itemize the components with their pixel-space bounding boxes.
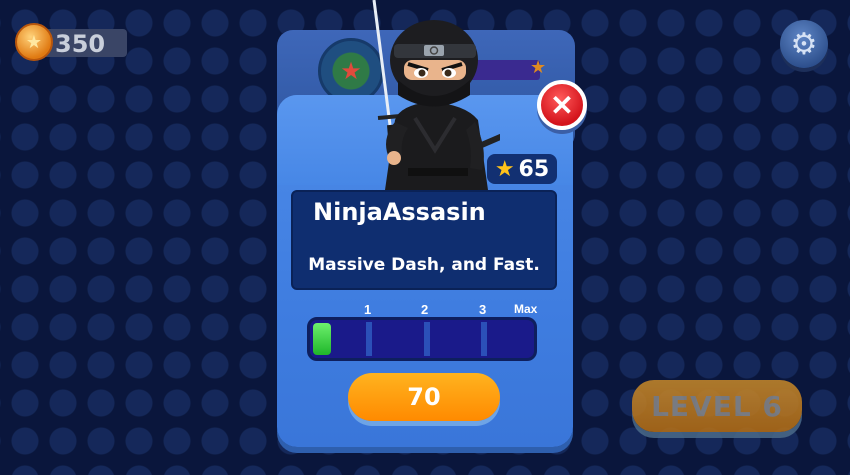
settings-gear-icon[interactable]: ⚙ <box>780 20 828 68</box>
character-info-panel: NinjaAssasin Massive Dash, and Fast. <box>291 190 557 290</box>
upgrade-segment-divider <box>366 322 372 356</box>
level-button[interactable]: LEVEL 6 <box>632 380 802 432</box>
upgrade-segment-divider <box>481 322 487 356</box>
character-description: Massive Dash, and Fast. <box>308 255 540 275</box>
upgrade-segment-divider <box>424 322 430 356</box>
coin-icon: ★ <box>15 23 53 61</box>
coin-amount: 350 <box>55 30 106 58</box>
star-requirement-value: 65 <box>518 156 550 182</box>
coin-counter: ★ 350 <box>15 22 127 62</box>
upgrade-tick-3: 3 <box>479 302 487 317</box>
profile-star-icon: ★ <box>530 57 547 77</box>
upgrade-tick-max: Max <box>514 302 538 316</box>
upgrade-tick-2: 2 <box>421 302 429 317</box>
close-x-icon[interactable]: ✕ <box>537 80 587 130</box>
ninja-character-image <box>372 0 500 190</box>
character-name: NinjaAssasin <box>313 198 486 226</box>
badge-star-icon: ★ <box>340 57 362 85</box>
buy-button[interactable]: 70 <box>348 373 500 421</box>
star-icon: ★ <box>494 156 515 182</box>
upgrade-progress-fill <box>313 323 331 355</box>
upgrade-progress-bar <box>307 317 537 361</box>
star-requirement-badge: ★ 65 <box>487 154 557 184</box>
upgrade-tick-1: 1 <box>364 302 372 317</box>
